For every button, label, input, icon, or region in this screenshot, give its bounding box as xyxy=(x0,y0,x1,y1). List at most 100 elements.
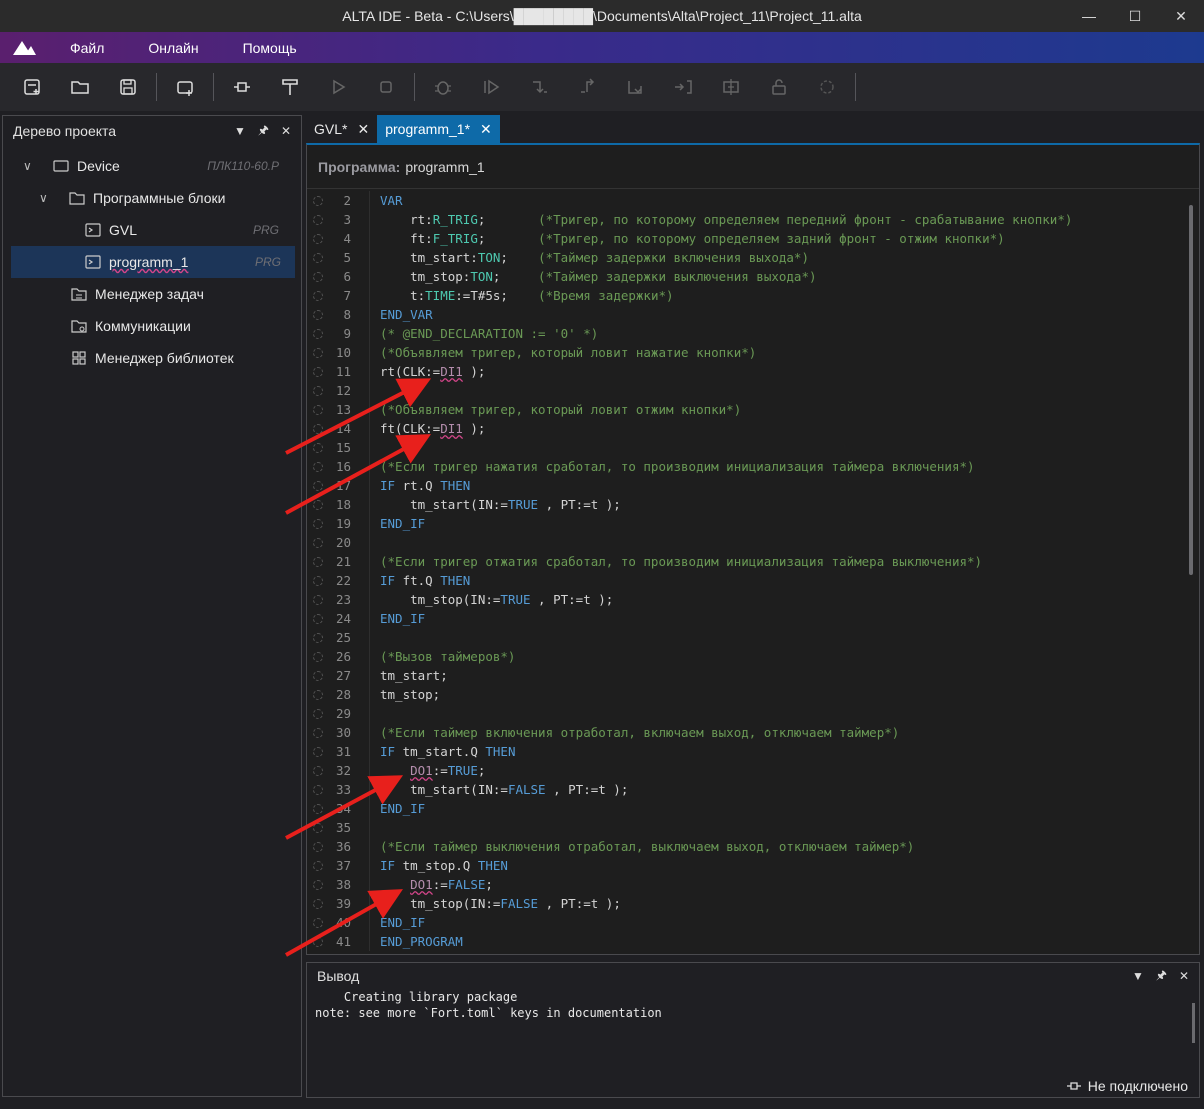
panel-close-icon[interactable]: ✕ xyxy=(281,124,291,138)
breakpoint-icon[interactable] xyxy=(659,67,707,107)
code-text[interactable]: rt(CLK:=DI1 ); xyxy=(369,362,1199,381)
menu-online[interactable]: Онлайн xyxy=(126,40,220,56)
breakpoint-marker-icon[interactable] xyxy=(313,362,327,381)
code-text[interactable]: tm_stop; xyxy=(369,685,1199,704)
code-text[interactable]: END_IF xyxy=(369,799,1199,818)
code-text[interactable]: ft:F_TRIG; (*Тригер, по которому определ… xyxy=(369,229,1199,248)
code-line[interactable]: 24 END_IF xyxy=(307,609,1199,628)
breakpoint-marker-icon[interactable] xyxy=(313,704,327,723)
breakpoint-marker-icon[interactable] xyxy=(313,571,327,590)
connect-plug-icon[interactable] xyxy=(218,67,266,107)
code-text[interactable] xyxy=(369,381,1199,400)
breakpoint-marker-icon[interactable] xyxy=(313,894,327,913)
code-text[interactable]: tm_stop(IN:=FALSE , PT:=t ); xyxy=(369,894,1199,913)
code-line[interactable]: 12 xyxy=(307,381,1199,400)
code-line[interactable]: 14 ft(CLK:=DI1 ); xyxy=(307,419,1199,438)
code-text[interactable]: IF ft.Q THEN xyxy=(369,571,1199,590)
breakpoint-marker-icon[interactable] xyxy=(313,476,327,495)
code-text[interactable]: END_IF xyxy=(369,609,1199,628)
tree-item-task-manager[interactable]: Менеджер задач xyxy=(3,278,301,310)
code-text[interactable]: END_VAR xyxy=(369,305,1199,324)
code-text[interactable]: END_IF xyxy=(369,913,1199,932)
code-line[interactable]: 4 ft:F_TRIG; (*Тригер, по которому опред… xyxy=(307,229,1199,248)
code-line[interactable]: 8 END_VAR xyxy=(307,305,1199,324)
code-text[interactable]: (*Объявляем тригер, который ловит отжим … xyxy=(369,400,1199,419)
code-text[interactable]: tm_start; xyxy=(369,666,1199,685)
code-line[interactable]: 13 (*Объявляем тригер, который ловит отжи… xyxy=(307,400,1199,419)
breakpoint-marker-icon[interactable] xyxy=(313,286,327,305)
maximize-icon[interactable]: ☐ xyxy=(1112,0,1158,32)
breakpoint-marker-icon[interactable] xyxy=(313,457,327,476)
code-text[interactable]: t:TIME:=T#5s; (*Время задержки*) xyxy=(369,286,1199,305)
step-over-icon[interactable] xyxy=(515,67,563,107)
run-icon[interactable] xyxy=(314,67,362,107)
code-content[interactable]: 2 VAR 3 rt:R_TRIG; (*Тригер, по которому о… xyxy=(307,191,1199,953)
menu-file[interactable]: Файл xyxy=(48,40,126,56)
breakpoint-marker-icon[interactable] xyxy=(313,685,327,704)
breakpoint-marker-icon[interactable] xyxy=(313,799,327,818)
breakpoint-marker-icon[interactable] xyxy=(313,305,327,324)
code-text[interactable]: tm_stop(IN:=TRUE , PT:=t ); xyxy=(369,590,1199,609)
code-line[interactable]: 30 (*Если таймер включения отработал, вкл… xyxy=(307,723,1199,742)
code-text[interactable]: ft(CLK:=DI1 ); xyxy=(369,419,1199,438)
minimize-icon[interactable]: — xyxy=(1066,0,1112,32)
breakpoint-marker-icon[interactable] xyxy=(313,780,327,799)
breakpoint-marker-icon[interactable] xyxy=(313,438,327,457)
close-tab-icon[interactable]: ✕ xyxy=(480,121,492,138)
code-line[interactable]: 23 tm_stop(IN:=TRUE , PT:=t ); xyxy=(307,590,1199,609)
code-line[interactable]: 34 END_IF xyxy=(307,799,1199,818)
code-line[interactable]: 33 tm_start(IN:=FALSE , PT:=t ); xyxy=(307,780,1199,799)
code-line[interactable]: 32 DO1:=TRUE; xyxy=(307,761,1199,780)
code-text[interactable]: tm_start(IN:=FALSE , PT:=t ); xyxy=(369,780,1199,799)
code-line[interactable]: 38 DO1:=FALSE; xyxy=(307,875,1199,894)
watch-icon[interactable] xyxy=(707,67,755,107)
code-text[interactable]: (*Если тригер нажатия сработал, то произ… xyxy=(369,457,1199,476)
code-text[interactable]: tm_stop:TON; (*Таймер задержки выключени… xyxy=(369,267,1199,286)
tree-item-library-manager[interactable]: Менеджер библиотек xyxy=(3,342,301,374)
code-line[interactable]: 18 tm_start(IN:=TRUE , PT:=t ); xyxy=(307,495,1199,514)
code-text[interactable] xyxy=(369,628,1199,647)
tree-item-communications[interactable]: Коммуникации xyxy=(3,310,301,342)
menu-help[interactable]: Помощь xyxy=(221,40,319,56)
step-into-icon[interactable] xyxy=(563,67,611,107)
close-icon[interactable]: ✕ xyxy=(1158,0,1204,32)
breakpoint-marker-icon[interactable] xyxy=(313,419,327,438)
code-text[interactable] xyxy=(369,704,1199,723)
code-line[interactable]: 37 IF tm_stop.Q THEN xyxy=(307,856,1199,875)
breakpoint-marker-icon[interactable] xyxy=(313,761,327,780)
breakpoint-marker-icon[interactable] xyxy=(313,647,327,666)
code-text[interactable]: END_IF xyxy=(369,514,1199,533)
breakpoint-marker-icon[interactable] xyxy=(313,248,327,267)
panel-menu-icon[interactable]: ▼ xyxy=(1132,969,1144,983)
code-text[interactable]: VAR xyxy=(369,191,1199,210)
unlock-icon[interactable] xyxy=(755,67,803,107)
pin-icon[interactable]: 🖈 xyxy=(258,121,269,142)
breakpoint-marker-icon[interactable] xyxy=(313,210,327,229)
panel-menu-icon[interactable]: ▼ xyxy=(234,124,246,138)
code-line[interactable]: 6 tm_stop:TON; (*Таймер задержки выключе… xyxy=(307,267,1199,286)
code-line[interactable]: 5 tm_start:TON; (*Таймер задержки включе… xyxy=(307,248,1199,267)
breakpoint-marker-icon[interactable] xyxy=(313,343,327,362)
add-item-icon[interactable] xyxy=(161,67,209,107)
code-text[interactable]: tm_start:TON; (*Таймер задержки включени… xyxy=(369,248,1199,267)
code-line[interactable]: 19 END_IF xyxy=(307,514,1199,533)
breakpoint-marker-icon[interactable] xyxy=(313,666,327,685)
chevron-down-icon[interactable]: ∨ xyxy=(39,191,55,205)
code-line[interactable]: 11 rt(CLK:=DI1 ); xyxy=(307,362,1199,381)
code-line[interactable]: 7 t:TIME:=T#5s; (*Время задержки*) xyxy=(307,286,1199,305)
tab-gvl[interactable]: GVL* ✕ xyxy=(306,115,377,143)
code-line[interactable]: 26 (*Вызов таймеров*) xyxy=(307,647,1199,666)
build-hammer-icon[interactable] xyxy=(266,67,314,107)
breakpoint-marker-icon[interactable] xyxy=(313,856,327,875)
loading-icon[interactable] xyxy=(803,67,851,107)
output-scrollbar[interactable] xyxy=(1192,1003,1195,1043)
code-line[interactable]: 3 rt:R_TRIG; (*Тригер, по которому опред… xyxy=(307,210,1199,229)
chevron-down-icon[interactable]: ∨ xyxy=(23,159,39,173)
breakpoint-marker-icon[interactable] xyxy=(313,837,327,856)
breakpoint-marker-icon[interactable] xyxy=(313,229,327,248)
breakpoint-marker-icon[interactable] xyxy=(313,742,327,761)
breakpoint-marker-icon[interactable] xyxy=(313,590,327,609)
breakpoint-marker-icon[interactable] xyxy=(313,723,327,742)
step-out-icon[interactable] xyxy=(611,67,659,107)
tree-item-program-blocks[interactable]: ∨ Программные блоки xyxy=(3,182,301,214)
